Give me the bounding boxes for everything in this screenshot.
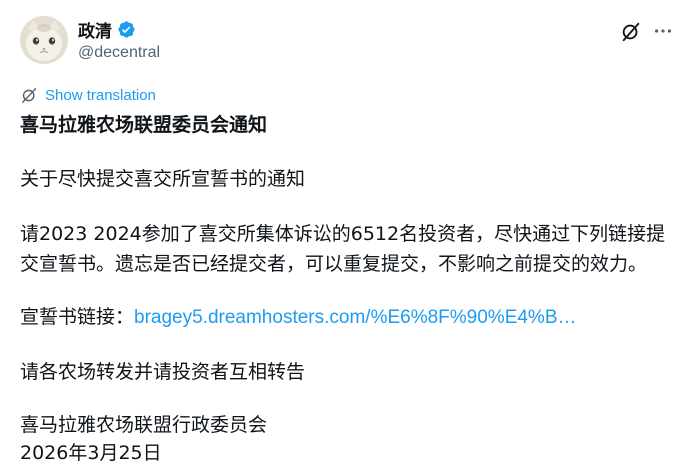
grok-icon[interactable]	[620, 21, 642, 43]
link-label: 宣誓书链接：	[20, 306, 135, 328]
more-dots-icon[interactable]	[652, 20, 674, 42]
show-translation-button[interactable]: Show translation	[20, 86, 156, 105]
tweet: 政清 @decentral Show translation 喜马拉雅农场联盟委…	[0, 0, 682, 474]
post-date: 2026年3月25日	[20, 442, 162, 464]
translate-icon	[20, 86, 39, 105]
author-handle[interactable]: @decentral	[78, 44, 160, 62]
post-link[interactable]: bragey5.dreamhosters.com/%E6%8F%90%E4%B…	[134, 307, 576, 328]
post-line-4: 请各农场转发并请投资者互相转告	[20, 361, 306, 383]
avatar[interactable]	[20, 16, 68, 64]
post-link-line: 宣誓书链接：bragey5.dreamhosters.com/%E6%8F%90…	[20, 302, 577, 333]
post-paragraph-2: 请2023 2024参加了喜交所集体诉讼的6512名投资者，尽快通过下列链接提交…	[20, 223, 666, 275]
post-line-1: 关于尽快提交喜交所宣誓书的通知	[20, 168, 306, 190]
verified-badge-icon	[117, 20, 136, 39]
author-name[interactable]: 政清	[78, 17, 112, 42]
post-signature: 喜马拉雅农场联盟行政委员会	[20, 414, 268, 436]
author-name-row[interactable]: 政清	[78, 17, 136, 42]
show-translation-label[interactable]: Show translation	[45, 87, 156, 104]
post-headline: 喜马拉雅农场联盟委员会通知	[20, 114, 268, 136]
